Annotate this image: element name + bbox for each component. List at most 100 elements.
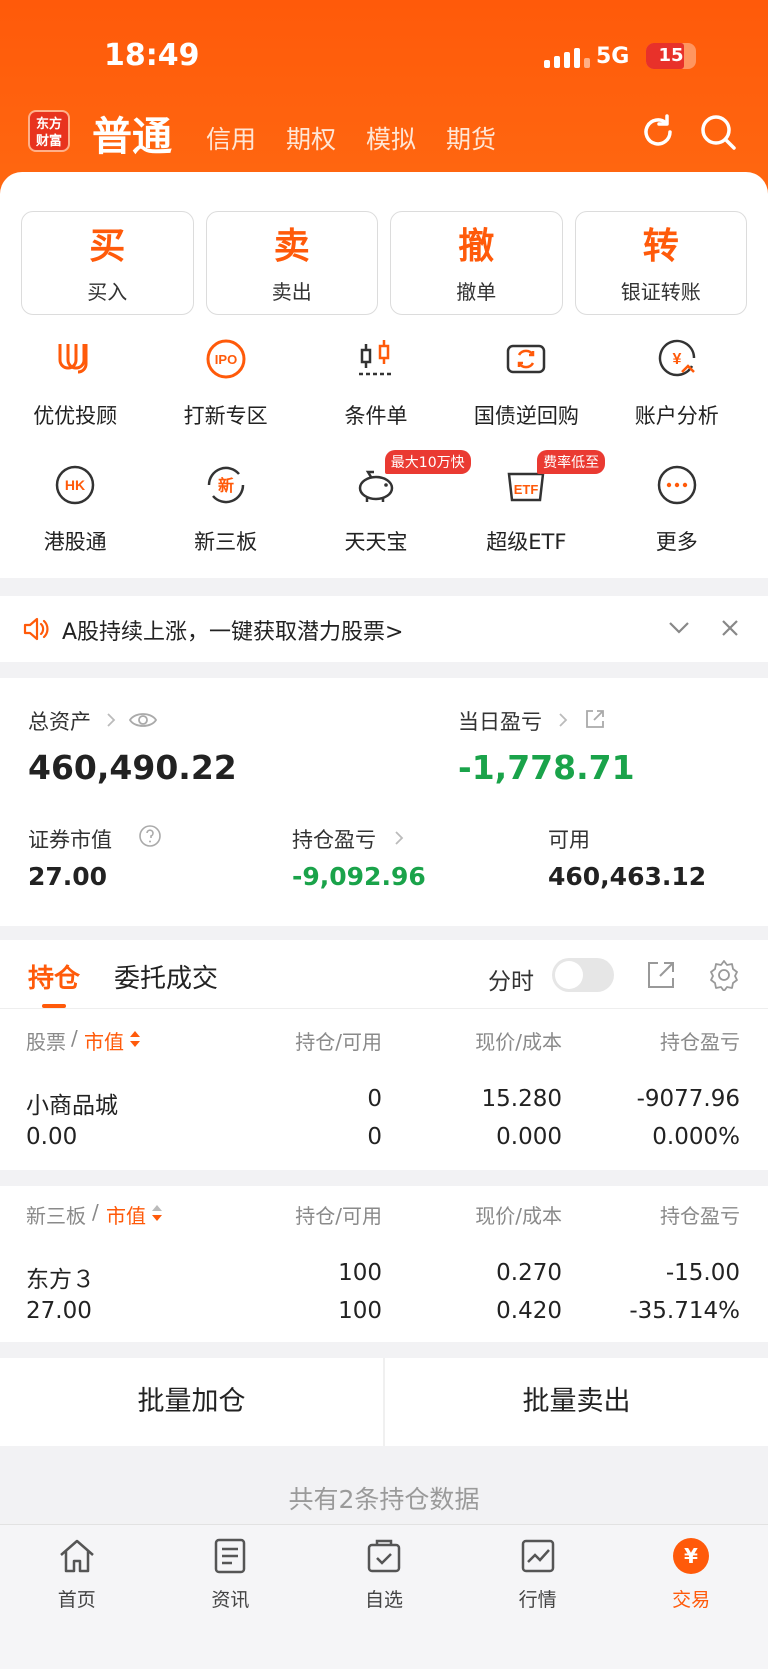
settings-gear-icon[interactable] [708, 959, 740, 991]
buy-button[interactable]: 买 买入 [21, 211, 194, 315]
account-analysis-icon: ¥ [658, 339, 695, 377]
total-assets-label[interactable]: 总资产 [28, 706, 91, 736]
asset-summary: 总资产 460,490.22 当日盈亏 -1,778.71 证券市值 27.00… [0, 678, 768, 926]
sort-icon[interactable] [150, 1204, 164, 1222]
tab-orders[interactable]: 委托成交 [114, 958, 218, 995]
cancel-order-button[interactable]: 撤 撤单 [390, 211, 563, 315]
timeshare-label: 分时 [488, 969, 534, 995]
share-icon[interactable] [646, 960, 676, 990]
sort-icon[interactable] [128, 1030, 142, 1048]
tab-simulation[interactable]: 模拟 [366, 120, 416, 156]
fee-badge: 费率低至 [537, 450, 606, 474]
app-logo[interactable]: 东方财富 [28, 110, 70, 152]
grid-item-hk-connect[interactable]: HK 港股通 [0, 462, 150, 556]
search-icon[interactable] [698, 112, 738, 152]
close-icon[interactable] [720, 618, 740, 638]
header-pl: 持仓盈亏 [660, 1030, 740, 1054]
header-sort-market-value[interactable]: 市值 [84, 1026, 124, 1055]
grid-item-new-otc[interactable]: 新 新三板 [150, 462, 300, 556]
announcement-text[interactable]: A股持续上涨，一键获取潜力股票> [62, 614, 404, 646]
cancel-label: 撤单 [456, 280, 497, 304]
external-link-icon[interactable] [584, 708, 606, 730]
grid-label: 打新专区 [183, 404, 268, 428]
etf-icon-text: ETF [514, 482, 539, 497]
neeq-holdings-panel: 新三板 / 市值 持仓/可用 现价/成本 持仓盈亏 东方３ 27.00 100 … [0, 1186, 768, 1342]
grid-item-account-analysis[interactable]: ¥ 账户分析 [602, 336, 752, 430]
tab-normal[interactable]: 普通 [92, 104, 172, 162]
batch-add-button[interactable]: 批量加仓 [0, 1358, 383, 1446]
reverse-repo-icon [507, 344, 546, 374]
grid-item-tiantianbao[interactable]: 最大10万快 天天宝 [301, 450, 471, 556]
batch-sell-button[interactable]: 批量卖出 [385, 1358, 768, 1446]
tab-credit[interactable]: 信用 [206, 120, 256, 156]
grid-item-more[interactable]: 更多 [602, 462, 752, 556]
nav-market[interactable]: 行情 [461, 1525, 615, 1669]
grid-item-condition-order[interactable]: 条件单 [301, 336, 451, 430]
cancel-glyph: 撤 [458, 226, 495, 267]
service-grid-row-2: HK 港股通 新 新三板 最大10万快 天天宝 费率低至 ETF 超级ETF 更… [0, 450, 768, 556]
current-price: 0.270 [496, 1260, 562, 1286]
position-pl-value: -9,092.96 [292, 862, 426, 891]
network-type: 5G [596, 44, 630, 69]
condition-order-icon [358, 340, 393, 376]
grid-label: 超级ETF [486, 530, 567, 554]
grid-label: 更多 [655, 530, 698, 554]
tab-options[interactable]: 期权 [286, 120, 336, 156]
nav-label: 自选 [364, 1589, 403, 1611]
bank-transfer-button[interactable]: 转 银证转账 [574, 211, 747, 315]
sell-label: 卖出 [271, 280, 312, 304]
header-position: 持仓/可用 [295, 1030, 382, 1054]
speaker-icon [23, 617, 49, 641]
chevron-down-icon[interactable] [668, 620, 690, 636]
cost-price: 0.420 [496, 1298, 562, 1324]
grid-item-super-etf[interactable]: 费率低至 ETF 超级ETF [451, 450, 606, 556]
market-value: 27.00 [28, 862, 108, 891]
buy-label: 买入 [87, 280, 128, 304]
transfer-label: 银证转账 [620, 280, 701, 304]
announcement-bar[interactable]: A股持续上涨，一键获取潜力股票> [0, 596, 768, 662]
grid-label: 天天宝 [344, 530, 408, 554]
chevron-right-icon [107, 713, 116, 727]
cost-price: 0.000 [496, 1124, 562, 1150]
position-qty: 0 [367, 1086, 382, 1112]
refresh-icon[interactable] [638, 112, 678, 152]
grid-item-reverse-repo[interactable]: 国债逆回购 [451, 336, 601, 430]
top-nav: 东方财富 普通 信用 期权 模拟 期货 [0, 104, 768, 160]
home-icon [59, 1539, 94, 1573]
timeshare-toggle[interactable] [552, 958, 614, 992]
grid-label: 账户分析 [634, 404, 719, 428]
tab-positions[interactable]: 持仓 [28, 958, 80, 995]
trade-icon: ¥ [673, 1538, 710, 1574]
available-qty: 0 [367, 1124, 382, 1150]
battery-level: 15 [658, 45, 684, 66]
grid-label: 港股通 [43, 530, 107, 554]
watchlist-icon [367, 1539, 401, 1573]
available-qty: 100 [338, 1298, 382, 1324]
grid-item-uu-advisor[interactable]: 优优投顾 [0, 336, 150, 430]
sell-glyph: 卖 [273, 226, 310, 267]
nav-trade[interactable]: ¥ 交易 [614, 1525, 768, 1669]
sell-button[interactable]: 卖 卖出 [205, 211, 378, 315]
nav-label: 资讯 [211, 1589, 250, 1611]
new-otc-icon-text: 新 [218, 476, 234, 495]
help-icon[interactable] [138, 824, 162, 848]
daily-pl-label[interactable]: 当日盈亏 [458, 706, 542, 736]
stock-name: 小商品城 [26, 1093, 118, 1119]
tab-futures[interactable]: 期货 [446, 120, 496, 156]
nav-news[interactable]: 资讯 [154, 1525, 308, 1669]
position-pl-label[interactable]: 持仓盈亏 [292, 824, 376, 854]
grid-label: 新三板 [194, 530, 258, 554]
buy-glyph: 买 [89, 226, 126, 267]
eye-icon[interactable] [128, 710, 158, 730]
position-qty: 100 [338, 1260, 382, 1286]
stock-name: 东方３ [26, 1267, 95, 1293]
chevron-right-icon [559, 713, 568, 727]
nav-label: 首页 [57, 1589, 96, 1611]
current-price: 15.280 [481, 1086, 562, 1112]
header-position: 持仓/可用 [295, 1204, 382, 1228]
more-icon [657, 465, 696, 505]
nav-home[interactable]: 首页 [0, 1525, 154, 1669]
grid-item-ipo[interactable]: IPO 打新专区 [150, 336, 300, 430]
header-sort-market-value[interactable]: 市值 [106, 1200, 146, 1229]
nav-watchlist[interactable]: 自选 [307, 1525, 461, 1669]
